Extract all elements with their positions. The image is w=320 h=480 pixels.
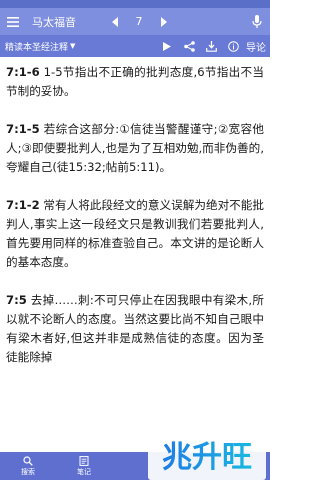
verse-reference: 7:5 xyxy=(6,293,27,307)
top-toolbar: 马太福音 7 xyxy=(0,8,270,35)
commentary-text: 若综合这部分:①信徒当警醒谨守;②宽容他人;③即使要批判人,也是为了互相劝勉,而… xyxy=(6,122,264,174)
chapter-number[interactable]: 7 xyxy=(124,15,154,28)
download-icon[interactable] xyxy=(200,35,222,57)
chevron-down-icon: ▼ xyxy=(70,42,76,50)
verse-reference: 7:1-5 xyxy=(6,122,40,136)
share-icon[interactable] xyxy=(178,35,200,57)
microphone-icon[interactable] xyxy=(244,8,270,35)
commentary-paragraph: 7:1-6 1-5节指出不正确的批判态度,6节指出不当节制的妥协。 xyxy=(6,63,264,101)
menu-icon[interactable] xyxy=(0,8,26,35)
sub-toolbar: 精读本圣经注释 ▼ 导论 xyxy=(0,35,270,57)
next-chapter-icon[interactable] xyxy=(154,8,172,35)
commentary-text: 常有人将此段经文的意义误解为绝对不能批判人,事实上这一段经文只是教训我们若要批判… xyxy=(6,198,264,269)
info-icon[interactable] xyxy=(222,35,244,57)
commentary-paragraph: 7:1-5 若综合这部分:①信徒当警醒谨守;②宽容他人;③即使要批判人,也是为了… xyxy=(6,120,264,177)
search-tab-label: 搜索 xyxy=(21,467,35,476)
status-bar xyxy=(0,0,270,8)
book-title[interactable]: 马太福音 xyxy=(32,14,106,30)
previous-chapter-icon[interactable] xyxy=(106,8,124,35)
commentary-text: 去掉……刺:不可只停止在因我眼中有梁木,所以就不论断人的态度。当然这要比尚不知自… xyxy=(6,293,264,364)
notes-icon xyxy=(79,455,89,466)
play-icon[interactable] xyxy=(156,35,178,57)
search-icon xyxy=(23,455,33,466)
version-label: 精读本圣经注释 xyxy=(5,42,69,53)
verse-reference: 7:1-6 xyxy=(6,65,40,79)
introduction-button[interactable]: 导论 xyxy=(246,39,266,54)
commentary-text: 1-5节指出不正确的批判态度,6节指出不当节制的妥协。 xyxy=(6,65,264,98)
notes-tab-label: 笔记 xyxy=(77,467,91,476)
watermark-text: 兆升旺 xyxy=(162,440,252,475)
watermark-logo: 兆升旺 xyxy=(148,432,266,480)
verse-reference: 7:1-2 xyxy=(6,198,40,212)
notes-tab[interactable]: 笔记 xyxy=(56,452,112,480)
search-tab[interactable]: 搜索 xyxy=(0,452,56,480)
commentary-paragraph: 7:1-2 常有人将此段经文的意义误解为绝对不能批判人,事实上这一段经文只是教训… xyxy=(6,196,264,272)
commentary-content: 7:1-6 1-5节指出不正确的批判态度,6节指出不当节制的妥协。 7:1-5 … xyxy=(0,57,270,460)
version-selector[interactable]: 精读本圣经注释 ▼ xyxy=(5,40,75,53)
commentary-paragraph: 7:5 去掉……刺:不可只停止在因我眼中有梁木,所以就不论断人的态度。当然这要比… xyxy=(6,291,264,367)
